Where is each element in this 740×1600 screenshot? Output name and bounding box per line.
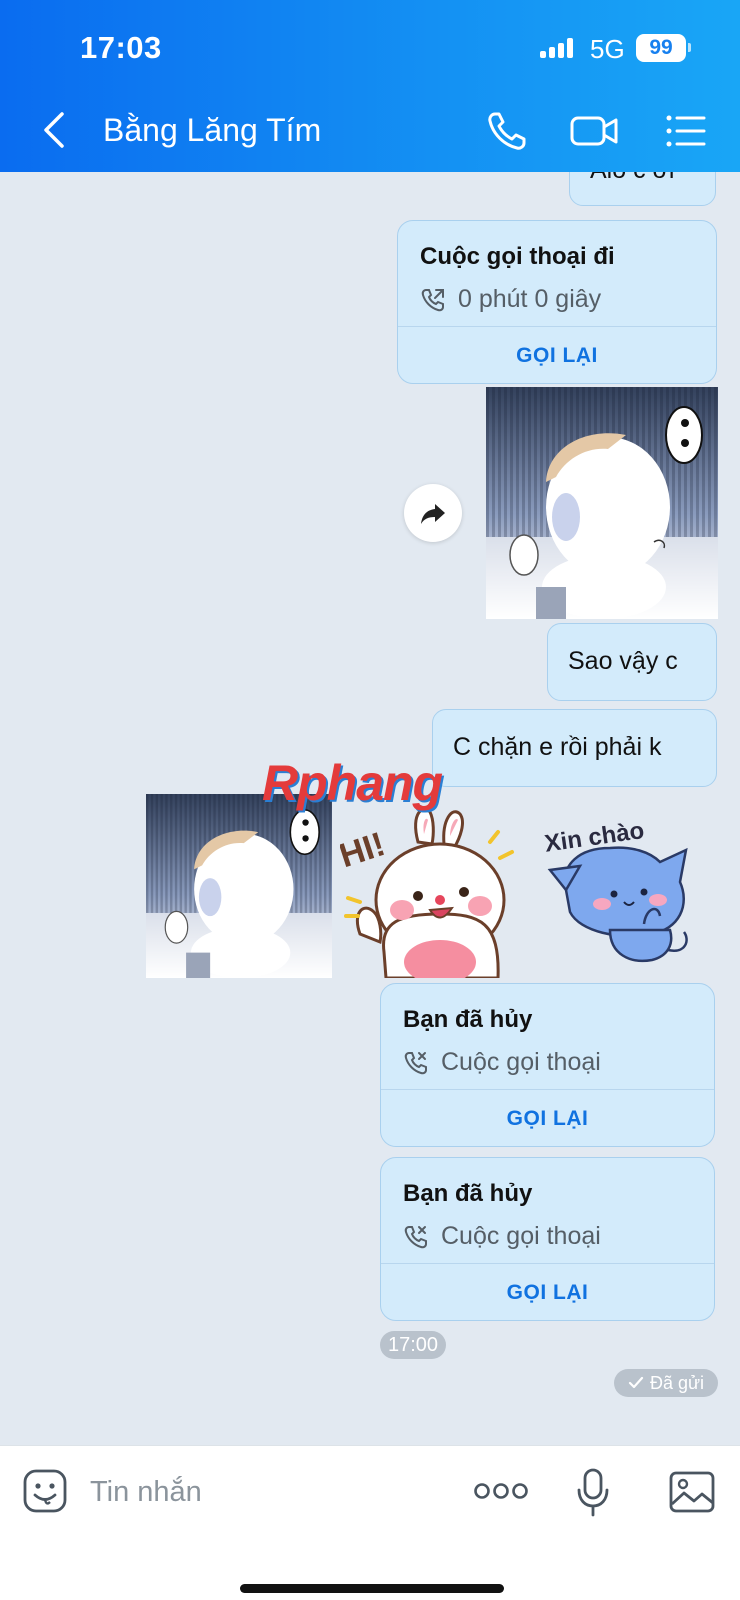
call-type: Cuộc gọi thoại <box>441 1048 601 1076</box>
sticker-button[interactable] <box>22 1468 68 1519</box>
call-cancelled-icon <box>404 1225 427 1248</box>
sent-status-text: Đã gửi <box>649 1372 705 1393</box>
call-back-button[interactable]: GỌI LẠI <box>381 1090 714 1146</box>
mic-icon <box>577 1468 609 1517</box>
composer-bar: Tin nhắn <box>0 1445 740 1600</box>
call-outgoing-icon <box>421 288 444 311</box>
contact-name[interactable]: Bằng Lăng Tím <box>103 112 321 149</box>
call-type: Cuộc gọi thoại <box>441 1222 601 1250</box>
phone-icon <box>488 112 526 150</box>
message-timestamp: 17:00 <box>380 1331 446 1359</box>
message-text: C chặn e rồi phải k <box>453 733 662 761</box>
message-list[interactable]: Alo c ơi Cuộc gọi thoại đi 0 phút 0 giây… <box>0 172 740 1445</box>
call-back-button[interactable]: GỌI LẠI <box>398 327 716 383</box>
message-input[interactable]: Tin nhắn <box>90 1476 202 1509</box>
bunny-sticker[interactable]: HI! <box>340 802 530 978</box>
message-bubble[interactable]: C chặn e rồi phải k <box>432 709 717 787</box>
image-icon <box>669 1471 715 1513</box>
options-menu-button[interactable] <box>660 106 710 156</box>
sticker-icon <box>23 1469 67 1513</box>
voice-call-button[interactable] <box>482 106 532 156</box>
video-icon <box>570 116 618 146</box>
back-icon <box>44 112 64 148</box>
call-cancelled-icon <box>404 1051 427 1074</box>
sticker-text-hi: HI! <box>340 825 390 875</box>
message-text: Sao vậy c <box>568 647 678 675</box>
call-duration: 0 phút 0 giây <box>458 285 602 313</box>
home-indicator <box>240 1584 504 1593</box>
more-icon <box>474 1483 528 1499</box>
check-icon <box>628 1376 644 1389</box>
call-card[interactable]: Cuộc gọi thoại đi 0 phút 0 giây GỌI LẠI <box>397 220 717 384</box>
message-bubble[interactable]: Alo c ơi <box>569 172 716 206</box>
back-button[interactable] <box>36 108 76 152</box>
sticker-image[interactable] <box>146 794 332 978</box>
call-title: Bạn đã hủy <box>403 1006 533 1033</box>
call-card[interactable]: Bạn đã hủy Cuộc gọi thoại GỌI LẠI <box>380 983 715 1147</box>
call-subtitle: Cuộc gọi thoại <box>403 1222 601 1251</box>
cat-sticker[interactable]: Xin chào <box>540 804 718 974</box>
message-text: Alo c ơi <box>590 172 674 184</box>
forward-button[interactable] <box>404 484 462 542</box>
call-subtitle: 0 phút 0 giây <box>420 285 601 314</box>
call-card[interactable]: Bạn đã hủy Cuộc gọi thoại GỌI LẠI <box>380 1157 715 1321</box>
sent-status-badge: Đã gửi <box>614 1369 718 1397</box>
chat-header: 17:03 5G 99 Bằng Lăng Tím <box>0 0 740 172</box>
image-picker-button[interactable] <box>668 1470 716 1519</box>
watermark-logo: Rphang <box>262 755 443 811</box>
message-bubble[interactable]: Sao vậy c <box>547 623 717 701</box>
call-back-button[interactable]: GỌI LẠI <box>381 1264 714 1320</box>
video-call-button[interactable] <box>568 106 618 156</box>
voice-message-button[interactable] <box>576 1468 610 1523</box>
battery-level: 99 <box>636 34 686 62</box>
forward-icon <box>421 504 445 524</box>
menu-icon <box>666 115 706 147</box>
battery-tip <box>688 43 691 52</box>
more-button[interactable] <box>474 1480 528 1507</box>
call-subtitle: Cuộc gọi thoại <box>403 1048 601 1077</box>
call-title: Bạn đã hủy <box>403 1180 533 1207</box>
call-title: Cuộc gọi thoại đi <box>420 243 615 270</box>
signal-icon <box>540 36 580 58</box>
status-time: 17:03 <box>80 30 162 65</box>
sticker-image[interactable] <box>486 387 718 619</box>
network-type: 5G <box>590 34 625 64</box>
